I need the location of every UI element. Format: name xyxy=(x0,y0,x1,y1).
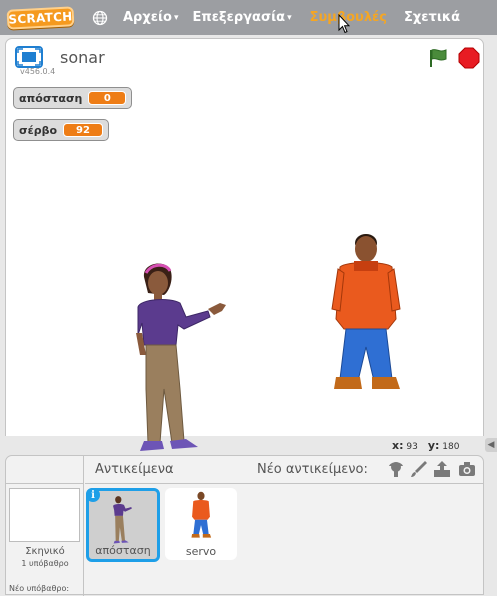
sprite-tile-apostasi[interactable]: i απόσταση xyxy=(86,488,160,562)
mouse-coordinates: x: 93 y: 180 xyxy=(392,439,459,452)
scratch-logo[interactable]: SCRATCH xyxy=(6,5,75,30)
monitor-value: 0 xyxy=(88,91,127,105)
girl-thumbnail xyxy=(113,496,132,544)
sprite-name: servo xyxy=(185,545,217,558)
stage-name: Σκηνικό xyxy=(25,546,65,557)
x-coordinate: x: 93 xyxy=(392,439,418,452)
project-title[interactable]: sonar xyxy=(60,48,105,67)
boy-sprite[interactable] xyxy=(326,229,406,397)
mouse-cursor xyxy=(338,14,350,34)
monitor-value: 92 xyxy=(63,123,103,137)
fullscreen-icon[interactable] xyxy=(15,46,43,68)
stage-column: Σκηνικό 1 υπόβαθρο Νέο υπόβαθρο: xyxy=(6,456,84,596)
version-label: v456.0.4 xyxy=(20,67,56,76)
menu-edit[interactable]: Επεξεργασία ▾ xyxy=(193,10,292,25)
boy-thumbnail xyxy=(191,491,212,538)
stage-header: sonar v456.0.4 xyxy=(6,39,483,79)
chevron-down-icon: ▾ xyxy=(287,12,292,23)
menu-about[interactable]: Σχετικά xyxy=(404,10,460,25)
paint-brush-icon[interactable] xyxy=(410,460,428,478)
monitor-label: σέρβο xyxy=(19,123,57,137)
sprites-title: Αντικείμενα xyxy=(95,462,174,477)
backdrop-count: 1 υπόβαθρο xyxy=(21,559,69,568)
upload-icon[interactable] xyxy=(433,460,451,478)
info-icon[interactable]: i xyxy=(86,488,100,502)
menu-bar: SCRATCH Αρχείο ▾ Επεξεργασία ▾ Συμβουλές… xyxy=(0,0,497,35)
sprites-header: Αντικείμενα Νέο αντικείμενο: xyxy=(85,456,483,484)
chevron-down-icon: ▾ xyxy=(174,12,179,23)
new-sprite-label: Νέο αντικείμενο: xyxy=(257,462,368,477)
menu-file[interactable]: Αρχείο ▾ xyxy=(123,10,179,25)
globe-icon[interactable] xyxy=(92,10,108,26)
x-value: 93 xyxy=(406,442,418,452)
new-backdrop-label: Νέο υπόβαθρο: xyxy=(9,584,70,593)
stop-icon[interactable] xyxy=(458,47,480,69)
menu-edit-label: Επεξεργασία xyxy=(192,10,286,25)
menu-about-label: Σχετικά xyxy=(404,10,461,25)
monitor-label: απόσταση xyxy=(19,91,83,105)
collapse-arrow-icon[interactable]: ◀ xyxy=(485,438,497,452)
variable-monitor-distance[interactable]: απόσταση 0 xyxy=(13,87,133,109)
stage-canvas[interactable]: απόσταση 0 σέρβο 92 xyxy=(6,81,483,451)
x-label: x: xyxy=(392,439,404,452)
y-value: 180 xyxy=(442,442,460,452)
stage-column-header xyxy=(6,456,84,484)
sprite-tile-servo[interactable]: servo xyxy=(165,488,237,560)
y-label: y: xyxy=(427,439,440,452)
green-flag-icon[interactable] xyxy=(427,47,449,69)
sprite-panel: Σκηνικό 1 υπόβαθρο Νέο υπόβαθρο: Αντικεί… xyxy=(5,455,484,596)
y-coordinate: y: 180 xyxy=(428,439,460,452)
menu-file-label: Αρχείο xyxy=(123,10,172,25)
stage-panel: sonar v456.0.4 απόσταση 0 σέρβο 92 xyxy=(5,38,484,451)
camera-icon[interactable] xyxy=(458,460,476,478)
sprite-library-icon[interactable] xyxy=(387,460,405,478)
girl-sprite[interactable] xyxy=(130,259,230,455)
stage-thumbnail[interactable] xyxy=(9,488,80,542)
variable-monitor-servo[interactable]: σέρβο 92 xyxy=(13,119,109,141)
sprite-name: απόσταση xyxy=(95,544,151,557)
